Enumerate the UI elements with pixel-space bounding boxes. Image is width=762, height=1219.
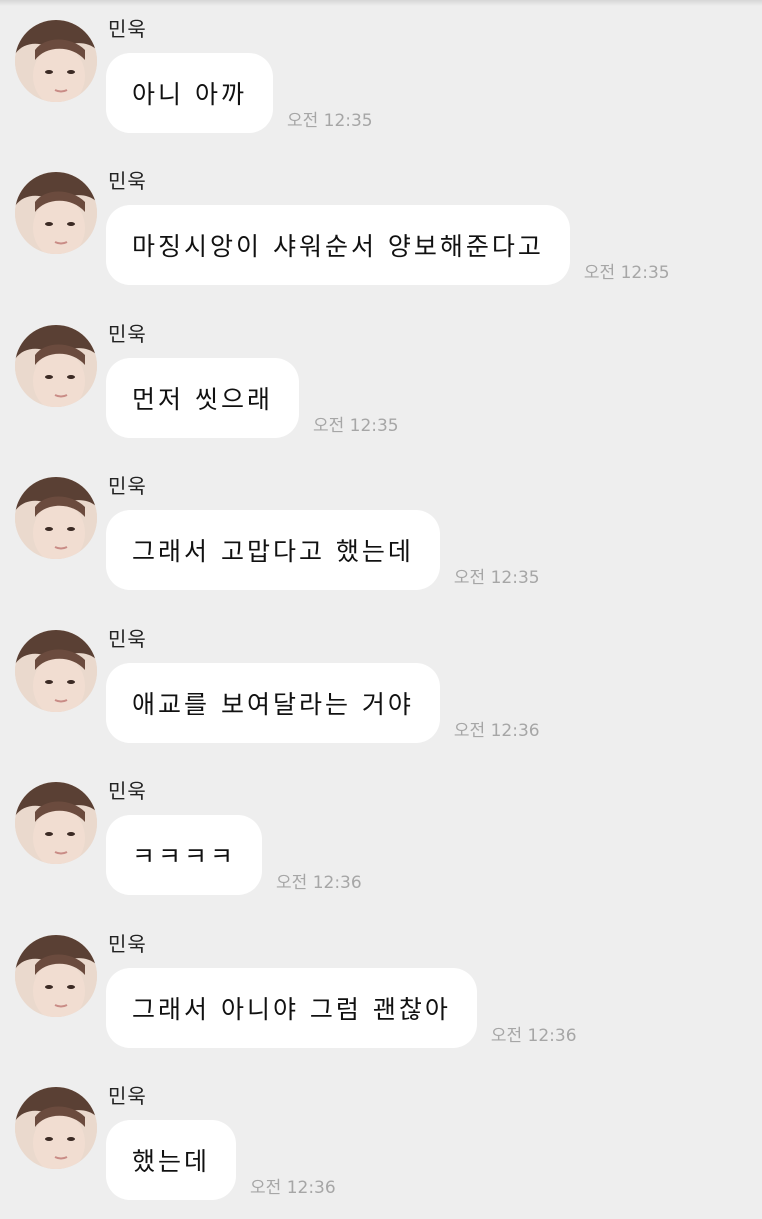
avatar[interactable] (15, 477, 97, 559)
message-row: 민욱 그래서 고맙다고 했는데 오전 12:35 (0, 457, 762, 609)
sender-name: 민욱 (108, 1084, 147, 1108)
message-row: 민욱 아니 아까 오전 12:35 (0, 0, 762, 152)
message-timestamp: 오전 12:36 (250, 1178, 336, 1198)
message-row: 민욱 그래서 아니야 그럼 괜찮아 오전 12:36 (0, 915, 762, 1067)
message-timestamp: 오전 12:36 (453, 721, 540, 741)
sender-name: 민욱 (108, 779, 147, 803)
message-timestamp: 오전 12:36 (276, 873, 362, 893)
message-bubble[interactable]: 마징시앙이 샤워순서 양보해준다고 (106, 205, 570, 285)
avatar[interactable] (15, 20, 97, 102)
message-bubble[interactable]: 그래서 아니야 그럼 괜찮아 (106, 968, 477, 1048)
avatar[interactable] (15, 630, 97, 712)
sender-name: 민욱 (108, 627, 147, 651)
message-row: 민욱 했는데 오전 12:36 (0, 1067, 762, 1219)
sender-name: 민욱 (108, 17, 147, 41)
message-bubble[interactable]: 아니 아까 (106, 53, 273, 133)
sender-name: 민욱 (108, 322, 147, 346)
message-timestamp: 오전 12:35 (453, 568, 540, 588)
message-timestamp: 오전 12:35 (583, 263, 670, 283)
avatar[interactable] (15, 1087, 97, 1169)
message-timestamp: 오전 12:36 (490, 1026, 577, 1046)
sender-name: 민욱 (108, 932, 147, 956)
message-row: 민욱 마징시앙이 샤워순서 양보해준다고 오전 12:35 (0, 152, 762, 304)
avatar[interactable] (15, 172, 97, 254)
message-bubble[interactable]: 했는데 (106, 1120, 237, 1200)
message-bubble[interactable]: ㅋㅋㅋㅋ (106, 815, 263, 895)
message-timestamp: 오전 12:35 (312, 416, 399, 436)
sender-name: 민욱 (108, 169, 147, 193)
message-bubble[interactable]: 먼저 씻으래 (106, 358, 299, 438)
message-row: 민욱 ㅋㅋㅋㅋ 오전 12:36 (0, 762, 762, 914)
avatar[interactable] (15, 325, 97, 407)
sender-name: 민욱 (108, 474, 147, 498)
message-timestamp: 오전 12:35 (286, 111, 373, 131)
avatar[interactable] (15, 782, 97, 864)
message-row: 민욱 애교를 보여달라는 거야 오전 12:36 (0, 610, 762, 762)
message-row: 민욱 먼저 씻으래 오전 12:35 (0, 305, 762, 457)
avatar[interactable] (15, 935, 97, 1017)
message-bubble[interactable]: 애교를 보여달라는 거야 (106, 663, 440, 743)
chat-message-list[interactable]: 민욱 아니 아까 오전 12:35 민욱 마징시앙이 샤워순서 양보해준다고 오… (0, 0, 762, 1200)
message-bubble[interactable]: 그래서 고맙다고 했는데 (106, 510, 440, 590)
